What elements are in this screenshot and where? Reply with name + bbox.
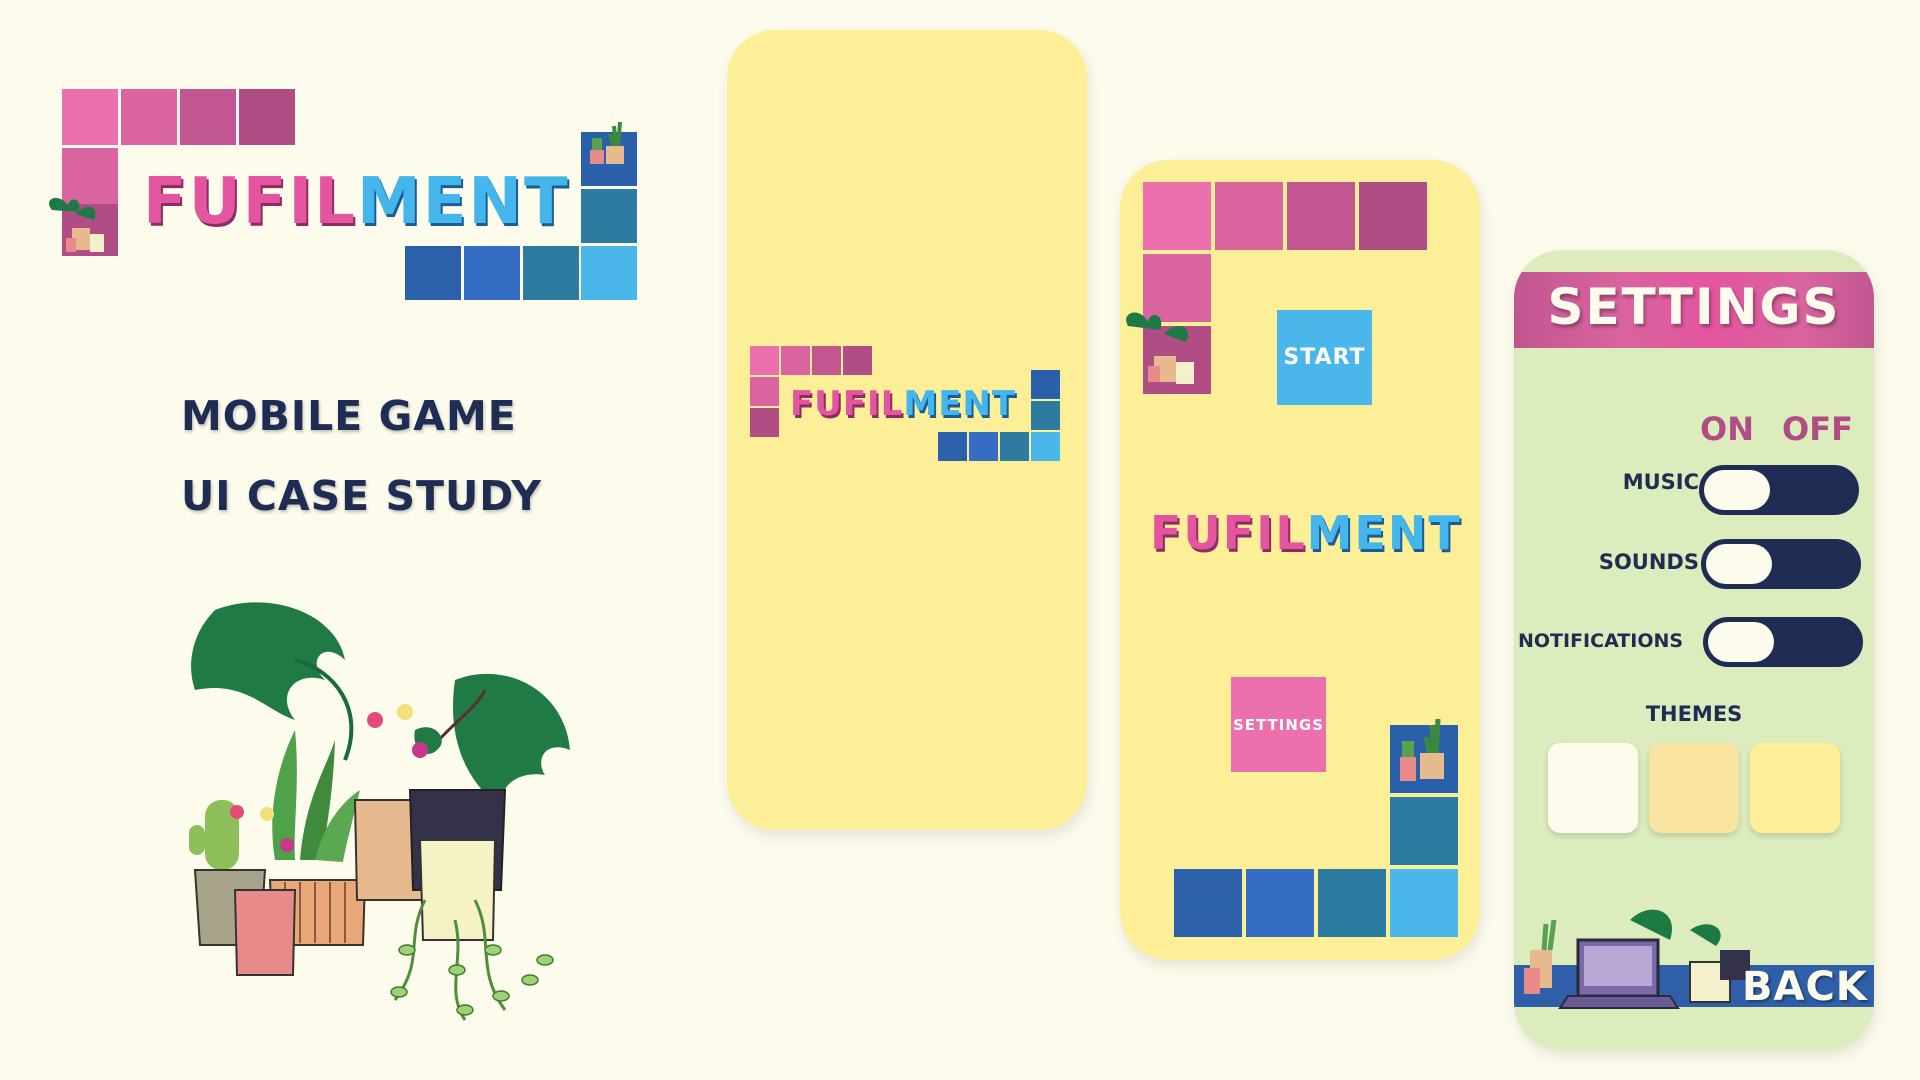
on-label: ON: [1700, 410, 1754, 448]
logo-tile: [750, 408, 779, 437]
logo-tile: [750, 377, 779, 406]
music-toggle[interactable]: [1699, 465, 1859, 515]
menu-tile: [1390, 869, 1458, 937]
logo-tile: [1000, 432, 1029, 461]
off-label: OFF: [1782, 410, 1853, 448]
notifications-label: NOTIFICATIONS: [1518, 630, 1684, 652]
logo-tile: [581, 189, 637, 243]
house-plants-illustration-icon: [189, 602, 570, 1021]
toggle-knob: [1704, 470, 1770, 510]
start-button[interactable]: START: [1277, 310, 1372, 405]
menu-tile: [1318, 869, 1386, 937]
logo-tile: [464, 246, 520, 300]
logo-tile: [62, 89, 118, 145]
logo-tile: [523, 246, 579, 300]
sounds-toggle[interactable]: [1701, 539, 1861, 589]
music-label: MUSIC: [1622, 470, 1699, 494]
theme-swatch-yellow[interactable]: [1750, 743, 1840, 833]
theme-swatch-peach[interactable]: [1649, 743, 1739, 833]
themes-label: THEMES: [1645, 702, 1743, 726]
splash-logo: FUFILMENT: [748, 340, 1068, 470]
splash-word-pink: FUFIL: [790, 384, 904, 424]
logo-word-pink: FUFIL: [143, 165, 357, 239]
potted-plant-icon: [1126, 312, 1194, 384]
potted-plant-icon: [590, 121, 624, 164]
menu-tile: [1215, 182, 1283, 250]
toggle-knob: [1708, 622, 1774, 662]
settings-title: SETTINGS: [1547, 278, 1841, 336]
menu-tile: [1287, 182, 1355, 250]
splash-wordmark: FUFILMENT: [790, 384, 1016, 424]
menu-tile: [1143, 182, 1211, 250]
menu-tile: [1246, 869, 1314, 937]
logo-tile: [812, 346, 841, 375]
settings-button[interactable]: SETTINGS: [1231, 677, 1326, 772]
logo-tile: [239, 89, 295, 145]
menu-tile: [1390, 797, 1458, 865]
splash-word-blue: MENT: [903, 384, 1017, 424]
logo-tile: [581, 246, 637, 300]
logo-tile: [180, 89, 236, 145]
potted-plant-icon: [49, 197, 104, 252]
toggle-knob: [1706, 544, 1772, 584]
case-study-line-2: UI CASE STUDY: [181, 472, 542, 520]
settings-screen: SETTINGS ON OFF MUSIC SOUNDS NOTIFICATIO…: [1514, 250, 1874, 1050]
logo-tile: [121, 89, 177, 145]
theme-swatch-cream[interactable]: [1548, 743, 1638, 833]
menu-tile: [1174, 869, 1242, 937]
logo-tile: [843, 346, 872, 375]
logo-tile: [1031, 401, 1060, 430]
logo-tile: [750, 346, 779, 375]
menu-tile: [1359, 182, 1427, 250]
menu-title-blue: MENT: [1306, 506, 1462, 560]
logo-tile: [1031, 370, 1060, 399]
case-study-line-1: MOBILE GAME: [181, 392, 517, 440]
potted-plant-icon: [1400, 718, 1444, 781]
logo-tile: [969, 432, 998, 461]
logo-word-blue: MENT: [357, 165, 570, 239]
main-logo: FUFILMENT: [0, 0, 660, 320]
logo-tile: [405, 246, 461, 300]
menu-title-pink: FUFIL: [1150, 506, 1307, 560]
back-label: BACK: [1742, 964, 1868, 1010]
menu-title: FUFILMENT: [1150, 506, 1462, 560]
logo-tile: [938, 432, 967, 461]
logo-tile: [781, 346, 810, 375]
logo-wordmark: FUFILMENT: [143, 165, 570, 239]
sounds-label: SOUNDS: [1598, 550, 1699, 574]
logo-tile: [1031, 432, 1060, 461]
notifications-toggle[interactable]: [1703, 617, 1863, 667]
